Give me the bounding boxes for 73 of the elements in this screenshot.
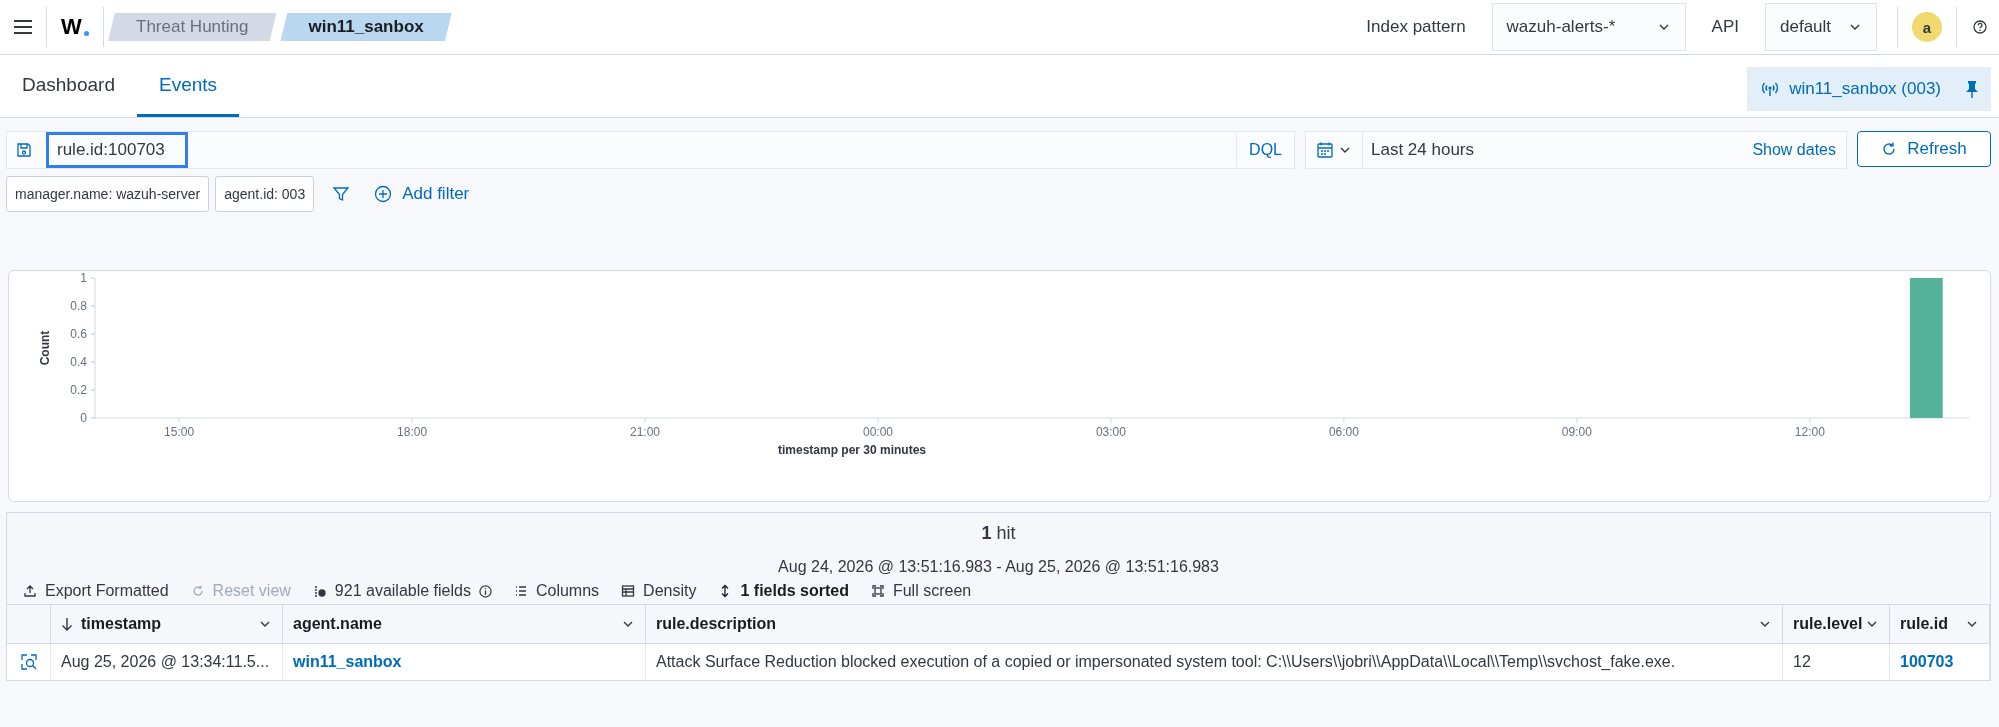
x-tick-label: 15:00 [164, 425, 195, 439]
x-tick-label: 18:00 [397, 425, 428, 439]
refresh-button[interactable]: Refresh [1857, 131, 1991, 167]
tab[interactable]: Dashboard [0, 55, 137, 117]
x-tick-label: 21:00 [630, 425, 661, 439]
menu-icon[interactable] [14, 20, 32, 34]
sort-button[interactable]: 1 fields sorted [718, 582, 849, 600]
query-language-button[interactable]: DQL [1236, 133, 1294, 167]
table-cell: Attack Surface Reduction blocked execution of a copied or impersonated system tool: C:\\Users\\jobri\\AppData\\Local\\Temp\\svchost_fake.exe. [646, 644, 1783, 680]
logo[interactable]: W [61, 14, 82, 40]
y-tick-label: 0 [80, 411, 87, 425]
x-axis-title: timestamp per 30 minutes [777, 443, 927, 457]
columns-button[interactable]: Columns [513, 582, 600, 600]
x-tick-label: 12:00 [1794, 425, 1825, 439]
x-tick-label: 09:00 [1561, 425, 1592, 439]
save-icon[interactable] [16, 142, 32, 158]
x-tick-label: 00:00 [862, 425, 893, 439]
export-button[interactable]: Export Formatted [23, 582, 169, 600]
breadcrumb[interactable]: win11_sanbox [280, 13, 452, 41]
table-cell: 12 [1783, 644, 1890, 680]
time-range-label[interactable]: Last 24 hours [1363, 140, 1753, 160]
y-tick-label: 0.6 [70, 327, 87, 341]
help-icon[interactable] [1973, 20, 1987, 34]
export-icon [23, 584, 37, 598]
y-tick-label: 1 [80, 271, 87, 285]
column-header[interactable]: rule.description [646, 605, 1783, 644]
api-label: API [1711, 17, 1739, 37]
agent-badge-label: win11_sanbox (003) [1789, 79, 1941, 99]
list-icon [513, 584, 528, 598]
filter-icon[interactable] [332, 185, 351, 203]
column-header[interactable]: timestamp [51, 605, 283, 644]
table-link[interactable]: 100703 [1900, 653, 1954, 671]
table-icon [621, 584, 636, 598]
column-header[interactable]: rule.level [1783, 605, 1890, 644]
column-header[interactable]: rule.id [1890, 605, 1990, 644]
y-axis-title: Count [38, 330, 52, 366]
calendar-icon [1316, 141, 1334, 159]
refresh-icon [1881, 141, 1898, 157]
show-dates-link[interactable]: Show dates [1752, 141, 1846, 159]
filter-pill[interactable]: agent.id: 003 [215, 176, 315, 212]
breadcrumb[interactable]: Threat Hunting [108, 13, 277, 41]
density-button[interactable]: Density [621, 582, 697, 600]
index-pattern-select[interactable]: wazuh-alerts-* [1491, 3, 1686, 51]
agent-badge[interactable]: win11_sanbox (003) [1747, 67, 1991, 111]
plus-circle-icon [374, 185, 393, 203]
time-range-text: Aug 24, 2026 @ 13:51:16.983 - Aug 25, 2026 @ 13:51:16.983 [777, 558, 1220, 576]
index-pattern-label: Index pattern [1366, 17, 1466, 37]
fullscreen-icon [870, 584, 885, 598]
table-link[interactable]: win11_sanbox [293, 653, 402, 671]
antenna-icon [1761, 81, 1780, 97]
y-tick-label: 0.2 [70, 383, 87, 397]
query-input[interactable]: rule.id:100703 [46, 132, 188, 168]
x-tick-label: 06:00 [1328, 425, 1359, 439]
filter-pill[interactable]: manager.name: wazuh-server [6, 176, 210, 212]
sort-arrow-icon [61, 617, 73, 631]
add-filter-button[interactable]: Add filter [368, 183, 476, 205]
fields-icon [312, 584, 327, 598]
x-tick-label: 03:00 [1095, 425, 1126, 439]
api-select[interactable]: default [1765, 3, 1877, 51]
y-tick-label: 0.4 [70, 355, 87, 369]
inspect-icon[interactable] [19, 653, 38, 671]
fields-button[interactable]: 921 available fields [312, 582, 492, 600]
pin-icon[interactable] [1965, 80, 1979, 98]
hit-count: 1 hit [980, 522, 1017, 544]
info-icon [478, 584, 492, 598]
logo-dot [83, 30, 89, 36]
reset-icon [190, 584, 205, 598]
user-avatar[interactable]: a [1912, 12, 1942, 42]
y-tick-label: 0.8 [70, 299, 87, 313]
table-cell: Aug 25, 2026 @ 13:34:11.5... [51, 644, 283, 680]
column-header[interactable]: agent.name [283, 605, 646, 644]
fullscreen-button[interactable]: Full screen [870, 582, 972, 600]
tab[interactable]: Events [136, 55, 240, 117]
